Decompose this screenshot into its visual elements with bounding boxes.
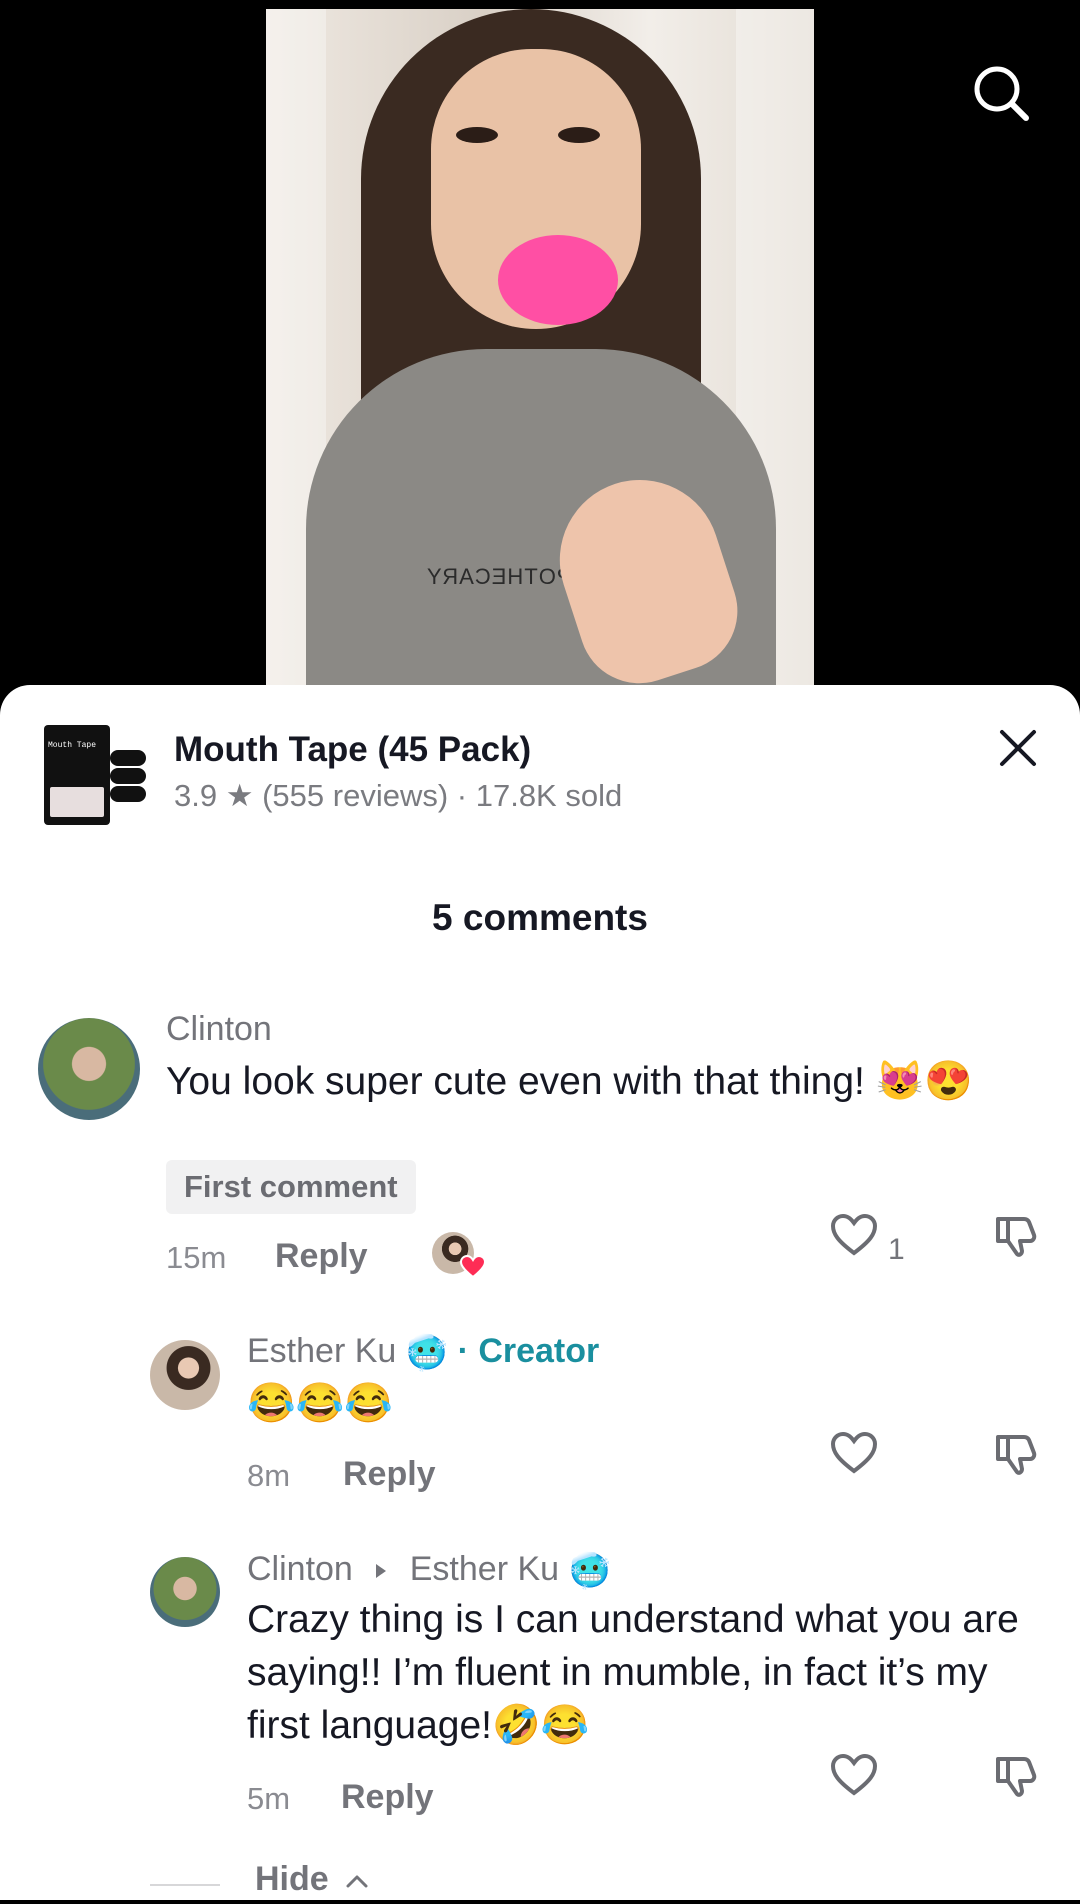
mouth-tape-overlay xyxy=(498,235,618,325)
reply-text: Crazy thing is I can understand what you… xyxy=(247,1598,1019,1747)
reply-arrow-icon xyxy=(376,1564,387,1579)
dislike-icon xyxy=(996,1757,1037,1797)
heart-outline-icon xyxy=(830,1753,878,1796)
like-button[interactable] xyxy=(830,1205,890,1265)
comments-sheet: Mouth Tape Mouth Tape (45 Pack) 3.9 ★ (5… xyxy=(0,685,1080,1900)
dislike-icon xyxy=(996,1217,1037,1257)
reply-username[interactable]: Esther Ku xyxy=(247,1332,396,1370)
product-rating-meta: 3.9 ★ (555 reviews) · 17.8K sold xyxy=(174,778,623,813)
avatar[interactable] xyxy=(150,1340,220,1410)
close-icon xyxy=(1000,730,1036,766)
close-button[interactable] xyxy=(990,720,1046,776)
comment-username[interactable]: Clinton xyxy=(166,1010,272,1049)
reply-time: 8m xyxy=(247,1458,291,1493)
video-subject-eye xyxy=(456,127,498,143)
reply-username-line[interactable]: Esther Ku 🥶 · Creator xyxy=(247,1332,599,1373)
heart-outline-icon xyxy=(830,1213,878,1256)
video-subject-eye xyxy=(558,127,600,143)
product-card[interactable]: Mouth Tape Mouth Tape (45 Pack) 3.9 ★ (5… xyxy=(0,685,1080,845)
avatar[interactable] xyxy=(38,1018,140,1120)
cold-face-emoji: 🥶 xyxy=(405,1334,449,1373)
video-frame[interactable]: APOTHECARY xyxy=(266,9,814,689)
dislike-button[interactable] xyxy=(986,1745,1046,1805)
search-icon xyxy=(974,66,1029,121)
dislike-icon xyxy=(996,1435,1037,1475)
cold-face-emoji: 🥶 xyxy=(568,1552,611,1591)
like-count: 1 xyxy=(888,1233,905,1266)
creator-label: · Creator xyxy=(457,1332,600,1370)
reply-username[interactable]: Clinton xyxy=(247,1550,353,1588)
divider xyxy=(150,1884,220,1886)
comments-count-heading: 5 comments xyxy=(432,897,648,938)
like-button[interactable] xyxy=(830,1423,890,1483)
like-button[interactable] xyxy=(830,1745,890,1805)
search-button[interactable] xyxy=(968,60,1034,126)
heart-outline-icon xyxy=(830,1431,878,1474)
product-title[interactable]: Mouth Tape (45 Pack) xyxy=(174,730,531,770)
product-thumb-label: Mouth Tape xyxy=(48,741,97,750)
product-thumbnail[interactable]: Mouth Tape xyxy=(44,725,110,825)
dislike-button[interactable] xyxy=(986,1423,1046,1483)
first-comment-badge: First comment xyxy=(166,1160,416,1214)
reply-text: 😂😂😂 xyxy=(247,1382,393,1425)
comment-text: You look super cute even with that thing… xyxy=(166,1060,973,1103)
hide-replies-button[interactable]: Hide xyxy=(255,1860,370,1899)
product-rolls-image xyxy=(110,750,148,806)
reply-button[interactable]: Reply xyxy=(275,1237,368,1276)
hide-label: Hide xyxy=(255,1860,329,1898)
reply-button[interactable]: Reply xyxy=(343,1455,436,1494)
chevron-up-icon xyxy=(346,1875,368,1888)
reply-time: 5m xyxy=(247,1781,291,1816)
heart-filled-icon xyxy=(460,1255,486,1279)
avatar[interactable] xyxy=(150,1557,220,1627)
dislike-button[interactable] xyxy=(986,1205,1046,1265)
reply-to-username[interactable]: Esther Ku xyxy=(410,1550,559,1588)
reply-button[interactable]: Reply xyxy=(341,1778,434,1817)
product-thumb-photo xyxy=(50,787,104,817)
comment-time: 15m xyxy=(166,1240,227,1275)
reply-username-line[interactable]: Clinton Esther Ku 🥶 xyxy=(247,1550,611,1591)
video-player[interactable]: APOTHECARY xyxy=(0,0,1080,700)
